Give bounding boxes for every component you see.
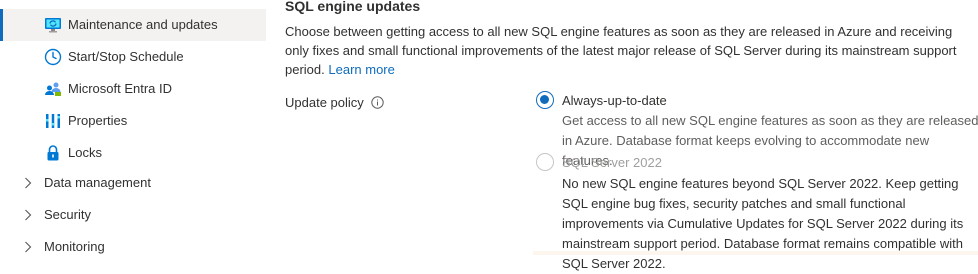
sidebar-item-locks[interactable]: Locks bbox=[0, 137, 266, 169]
always-up-to-date-radio[interactable] bbox=[536, 91, 554, 109]
learn-more-link[interactable]: Learn more bbox=[328, 62, 394, 77]
sidebar-item-label: Microsoft Entra ID bbox=[68, 81, 173, 96]
sql-server-2022-radio[interactable] bbox=[536, 153, 554, 171]
lock-icon bbox=[47, 145, 59, 161]
main-content: SQL engine updates Choose between gettin… bbox=[285, 0, 978, 271]
entra-id-icon bbox=[45, 82, 61, 96]
sidebar-item-properties[interactable]: Properties bbox=[0, 105, 266, 137]
sidebar-group-data-management[interactable]: Data management bbox=[0, 167, 266, 199]
sql-server-2022-label[interactable]: SQL Server 2022 bbox=[562, 155, 662, 170]
sidebar-group-security[interactable]: Security bbox=[0, 199, 266, 231]
sidebar-group-monitoring[interactable]: Monitoring bbox=[0, 231, 266, 263]
sidebar-item-start-stop-schedule[interactable]: Start/Stop Schedule bbox=[0, 41, 266, 73]
sidebar-item-maintenance-and-updates[interactable]: Maintenance and updates bbox=[0, 9, 266, 41]
section-title: SQL engine updates bbox=[285, 0, 421, 14]
section-description: Choose between getting access to all new… bbox=[285, 22, 975, 79]
always-up-to-date-label[interactable]: Always-up-to-date bbox=[562, 93, 667, 108]
info-icon[interactable] bbox=[371, 96, 384, 109]
sidebar-item-label: Properties bbox=[68, 113, 128, 128]
sidebar-nav: Maintenance and updates Start/Stop Sched… bbox=[0, 0, 266, 255]
sql-server-2022-description: No new SQL engine features beyond SQL Se… bbox=[562, 176, 964, 271]
sidebar-item-label: Maintenance and updates bbox=[68, 17, 218, 32]
sidebar-group-label: Data management bbox=[44, 175, 151, 190]
sidebar-item-microsoft-entra-id[interactable]: Microsoft Entra ID bbox=[0, 73, 266, 105]
sidebar-group-label: Security bbox=[44, 207, 91, 222]
chevron-right-icon bbox=[25, 241, 32, 253]
sidebar-item-label: Locks bbox=[68, 145, 102, 160]
chevron-right-icon bbox=[25, 209, 32, 221]
sidebar-item-label: Start/Stop Schedule bbox=[68, 49, 184, 64]
chevron-right-icon bbox=[25, 177, 32, 189]
clock-icon bbox=[44, 48, 62, 66]
update-policy-label-text: Update policy bbox=[285, 95, 364, 110]
properties-bars-icon bbox=[46, 114, 60, 128]
maintenance-monitor-icon bbox=[45, 18, 61, 33]
sidebar-group-label: Monitoring bbox=[44, 239, 105, 254]
update-policy-label: Update policy bbox=[285, 95, 384, 110]
warning-banner-edge bbox=[533, 251, 978, 255]
